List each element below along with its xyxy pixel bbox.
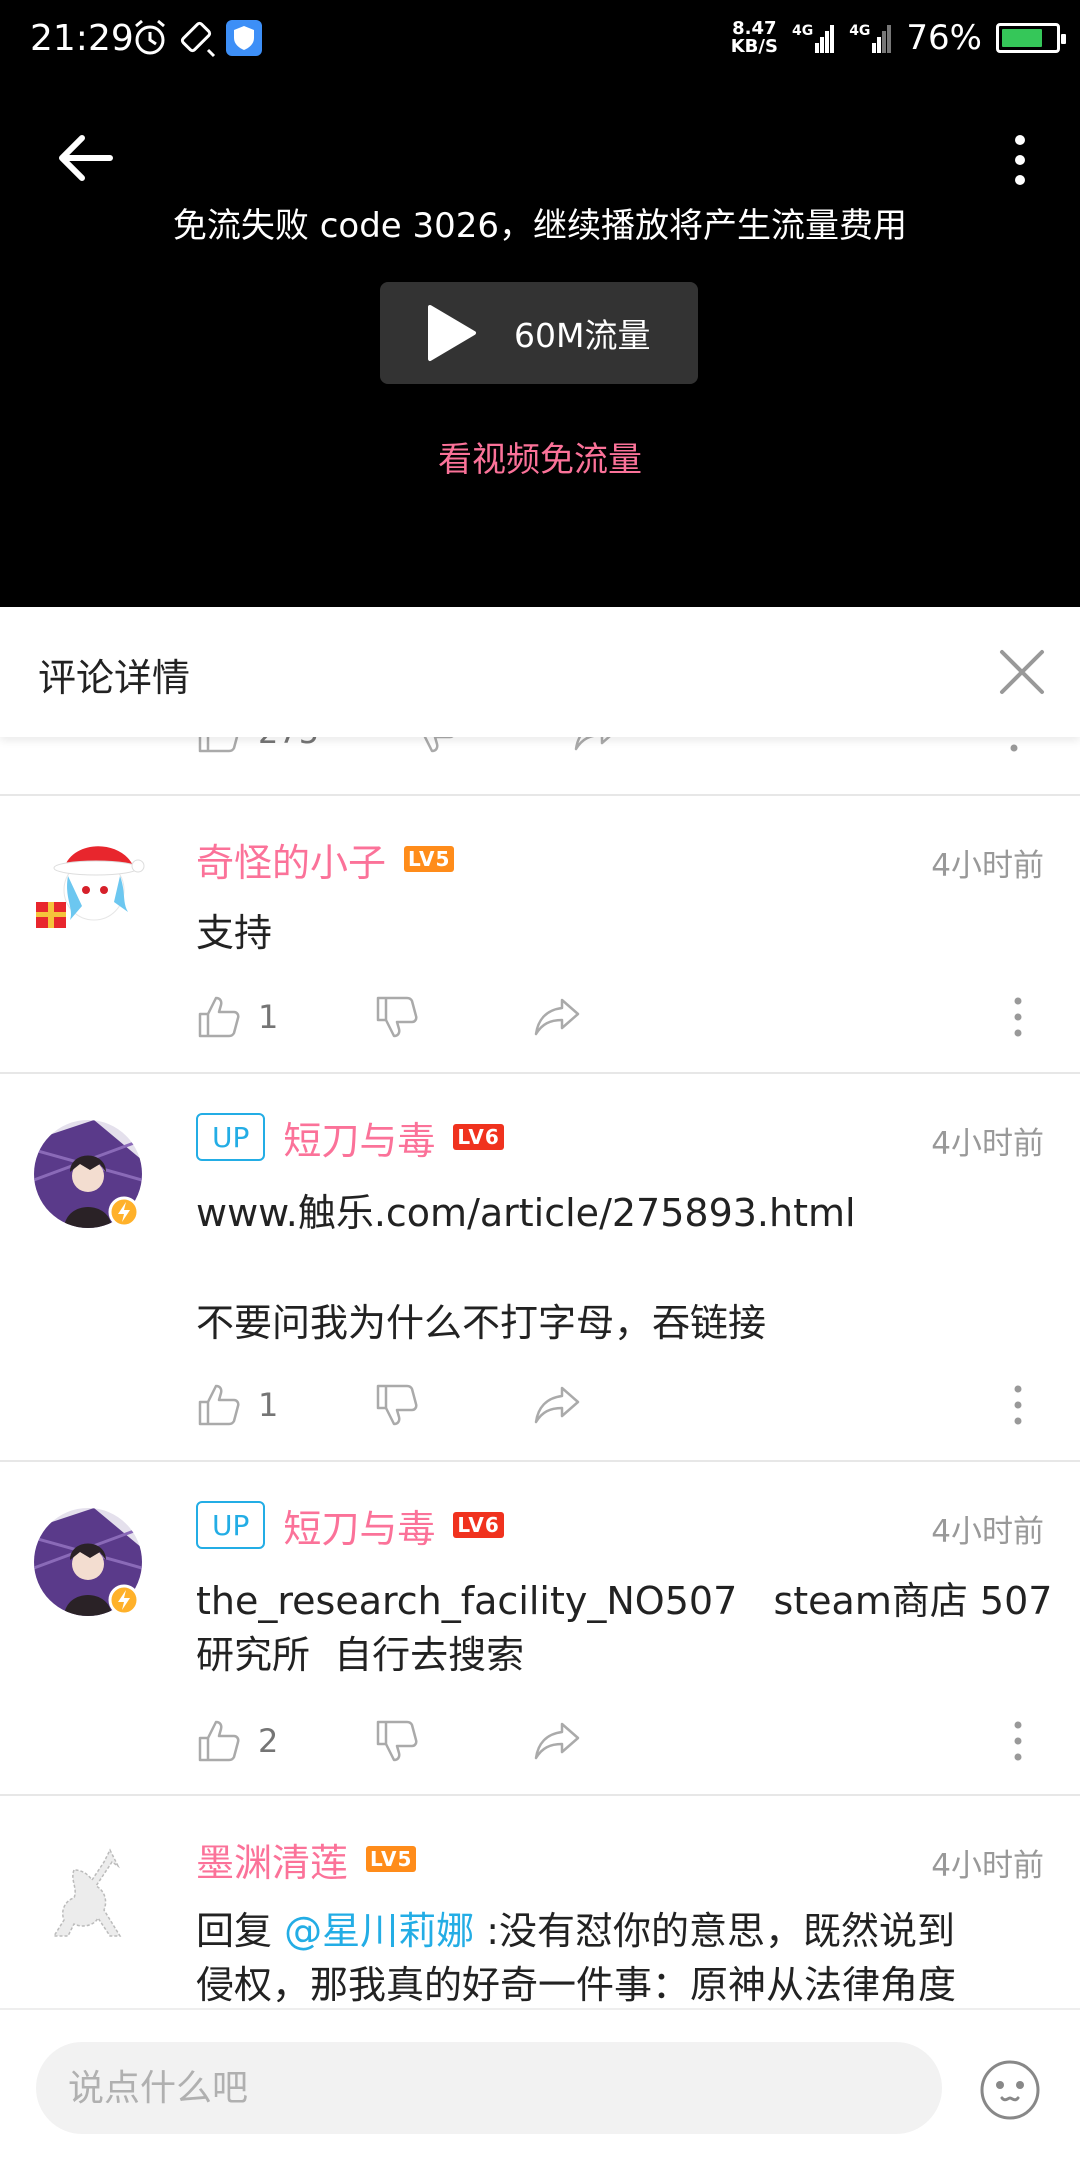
status-bar: 21:29 8.47 KB/S 4G 4G 76% [0,0,1080,78]
dislike-icon[interactable] [374,994,420,1040]
comment-item: 奇怪的小子 LV5 4小时前 支持 1 [0,796,1080,1072]
comment-detail-header: 评论详情 [0,607,1080,737]
back-arrow-icon[interactable] [50,128,120,188]
like-count: 275 [258,737,319,751]
up-badge: UP [196,1113,266,1161]
avatar[interactable] [34,1120,142,1228]
comment-input[interactable] [36,2042,942,2134]
signal-icon-2: 4G [849,23,892,53]
comment-time: 4小时前 [931,1126,1044,1162]
like-count: 1 [258,1386,279,1424]
free-data-link[interactable]: 看视频免流量 [0,432,1080,481]
comment-text-line-2: 不要问我为什么不打字母，吞链接 [196,1301,767,1345]
like-count: 1 [258,998,279,1036]
comment-item: UP 短刀与毒 LV6 4小时前 www.触乐.com/article/2758… [0,1074,1080,1460]
mention-link[interactable]: @星川莉娜 [284,1909,474,1953]
rotation-icon [180,21,216,58]
comment-actions: 1 [196,1382,1056,1442]
avatar[interactable] [34,828,145,936]
comment-text-line-1: the_research_facility_NO507 steam商店 507 [196,1579,1053,1623]
comment-time: 4小时前 [931,848,1044,884]
shield-icon [226,20,262,56]
close-icon[interactable] [998,648,1046,696]
more-options-icon[interactable] [1008,994,1028,1040]
level-badge: LV6 [453,1512,504,1538]
share-icon[interactable] [572,737,622,753]
video-player[interactable]: 21:29 8.47 KB/S 4G 4G 76% 免流失败 code 3026… [0,0,1080,607]
comment-text-line-2: 研究所 自行去搜索 [196,1633,525,1677]
level-badge: LV6 [453,1124,504,1150]
comment-input-bar [0,2008,1080,2160]
comment-time: 4小时前 [931,1514,1044,1550]
level-badge: LV5 [366,1846,417,1872]
alarm-icon [135,19,165,55]
more-options-icon[interactable] [1008,1718,1028,1764]
comment-text-line-2: 侵权，那我真的好奇一件事：原神从法律角度 [196,1963,957,2007]
share-icon[interactable] [532,1384,582,1426]
comment-item: 墨渊清莲 LV5 4小时前 回复 @星川莉娜 :没有怼你的意思，既然说到 侵权，… [0,1796,1080,2008]
avatar[interactable] [34,1840,142,1948]
username[interactable]: 墨渊清莲 [196,1832,348,1887]
emoji-icon[interactable] [978,2058,1042,2122]
comment-header: 墨渊清莲 LV5 [196,1832,417,1887]
comment-item: UP 短刀与毒 LV6 4小时前 the_research_facility_N… [0,1462,1080,1794]
more-options-icon[interactable] [1008,1382,1028,1428]
sheet-title: 评论详情 [38,656,191,700]
more-options-icon[interactable] [1004,737,1024,755]
dislike-icon[interactable] [374,1382,420,1428]
like-icon[interactable] [196,1718,242,1764]
partial-comment-actions: 275 [0,737,1080,795]
username[interactable]: 短刀与毒 [283,1498,435,1553]
status-time: 21:29 [30,18,134,59]
share-icon[interactable] [532,1720,582,1762]
signal-icon-1: 4G [792,23,835,53]
like-icon[interactable] [196,1382,242,1428]
battery-icon [996,23,1066,53]
comment-header: UP 短刀与毒 LV6 [196,1110,504,1165]
like-count: 2 [258,1722,279,1760]
username[interactable]: 短刀与毒 [283,1110,435,1165]
comment-text-line-1: 回复 @星川莉娜 :没有怼你的意思，既然说到 [196,1909,955,1953]
more-vertical-icon[interactable] [1000,130,1040,190]
dislike-icon[interactable] [412,737,458,755]
comment-actions: 2 [196,1718,1056,1778]
play-with-data-button[interactable]: 60M流量 [380,282,698,384]
share-icon[interactable] [532,996,582,1038]
comment-text: 支持 [196,911,273,955]
comment-actions: 1 [196,994,1056,1054]
like-icon[interactable] [196,737,242,755]
up-badge: UP [196,1501,266,1549]
data-charge-warning: 免流失败 code 3026，继续播放将产生流量费用 [172,206,908,246]
like-icon[interactable] [196,994,242,1040]
comment-time: 4小时前 [931,1848,1044,1884]
play-button-label: 60M流量 [514,316,651,355]
comment-header: 奇怪的小子 LV5 [196,832,455,887]
avatar[interactable] [34,1508,142,1616]
battery-percent: 76% [906,18,982,58]
level-badge: LV5 [404,846,455,872]
comment-header: UP 短刀与毒 LV6 [196,1498,504,1553]
network-speed: 8.47 KB/S [730,18,778,57]
dislike-icon[interactable] [374,1718,420,1764]
play-icon [428,305,476,361]
username[interactable]: 奇怪的小子 [196,832,386,887]
comment-text-line-1: www.触乐.com/article/275893.html [196,1191,856,1235]
